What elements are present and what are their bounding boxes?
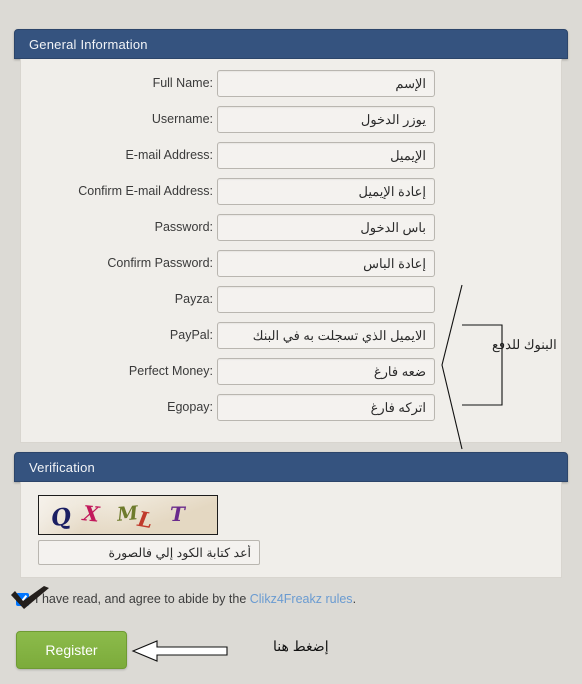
verification-title: Verification	[29, 459, 95, 475]
field-row-perfect-money: Perfect Money:	[21, 358, 561, 394]
captcha-char-2: M	[116, 502, 139, 526]
field-row-password: Password:	[21, 214, 561, 250]
label-confirm-email: Confirm E-mail Address:	[78, 184, 213, 198]
verification-header: Verification	[14, 452, 568, 482]
label-username: Username:	[151, 112, 213, 126]
general-information-panel: Full Name: Username: E-mail Address: Confir…	[20, 59, 562, 443]
captcha-char-1: X	[81, 500, 101, 527]
field-row-confirm-password: Confirm Password:	[21, 250, 561, 286]
field-row-confirm-email: Confirm E-mail Address:	[21, 178, 561, 214]
agree-checkbox[interactable]	[16, 592, 29, 606]
general-information-title: General Information	[29, 36, 148, 52]
agreement-row: I have read, and agree to abide by the C…	[16, 589, 356, 609]
input-paypal[interactable]	[217, 322, 435, 349]
input-payza[interactable]	[217, 286, 435, 313]
verification-panel: QXMLT	[20, 482, 562, 578]
captcha-image: QXMLT	[38, 495, 218, 535]
field-row-paypal: PayPal:	[21, 322, 561, 358]
captcha-char-0: Q	[49, 502, 73, 533]
label-egopay: Egopay:	[167, 400, 213, 414]
field-row-full-name: Full Name:	[21, 70, 561, 106]
label-confirm-password: Confirm Password:	[107, 256, 213, 270]
label-payza: Payza:	[174, 292, 213, 306]
input-perfect-money[interactable]	[217, 358, 435, 385]
input-egopay[interactable]	[217, 394, 435, 421]
captcha-char-4: T	[170, 502, 185, 526]
general-information-header: General Information	[14, 29, 568, 59]
field-row-username: Username:	[21, 106, 561, 142]
agreement-text-after: .	[352, 592, 357, 606]
input-email[interactable]	[217, 142, 435, 169]
input-confirm-email[interactable]	[217, 178, 435, 205]
click-here-note: إضغط هنا	[273, 638, 329, 654]
label-password: Password:	[154, 220, 213, 234]
rules-link[interactable]: Clikz4Freakz rules	[250, 592, 353, 606]
agreement-text: I have read, and agree to abide by the C…	[35, 592, 356, 606]
input-username[interactable]	[217, 106, 435, 133]
label-full-name: Full Name:	[152, 76, 213, 90]
click-here-arrow-icon	[131, 640, 228, 662]
field-row-email: E-mail Address:	[21, 142, 561, 178]
label-perfect-money: Perfect Money:	[128, 364, 213, 378]
agreement-text-before: I have read, and agree to abide by the	[35, 592, 250, 606]
captcha-input[interactable]	[38, 540, 260, 565]
field-row-payza: Payza:	[21, 286, 561, 322]
payment-banks-note: البنوك للدفع	[492, 337, 557, 352]
register-button[interactable]: Register	[16, 631, 127, 669]
field-row-egopay: Egopay:	[21, 394, 561, 430]
input-confirm-password[interactable]	[217, 250, 435, 277]
label-paypal: PayPal:	[169, 328, 213, 342]
input-password[interactable]	[217, 214, 435, 241]
label-email: E-mail Address:	[125, 148, 213, 162]
input-full-name[interactable]	[217, 70, 435, 97]
